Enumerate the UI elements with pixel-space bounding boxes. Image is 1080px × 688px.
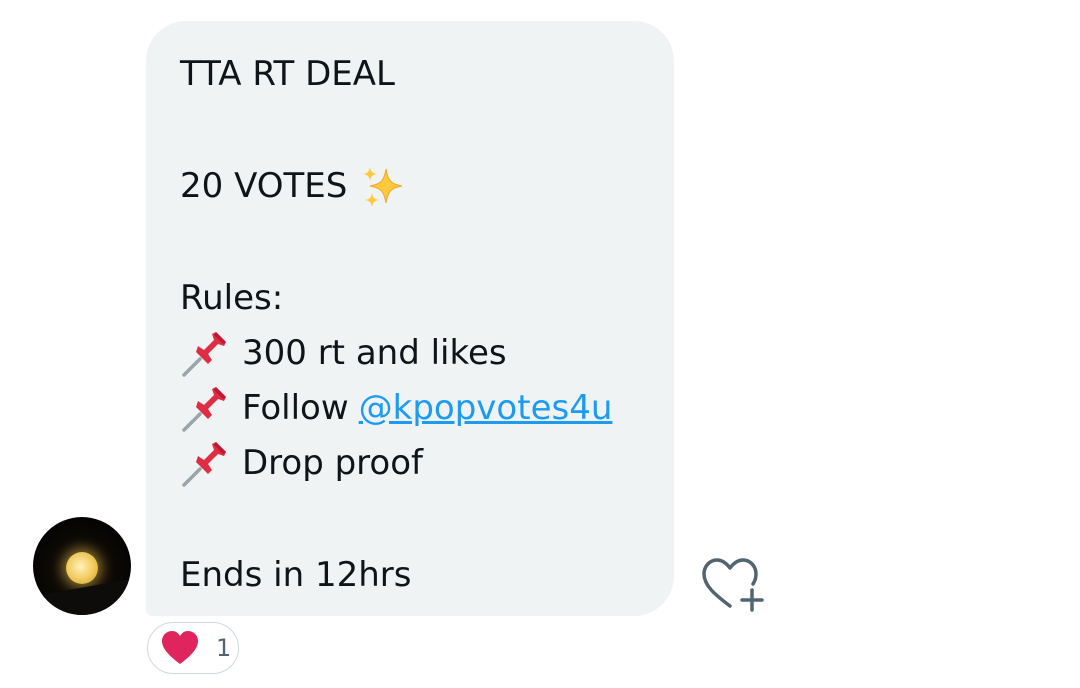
message-bubble[interactable]: TTA RT DEAL 20 VOTES Rules: 300 rt and l… [146,21,674,616]
votes-text: 20 VOTES [180,166,348,206]
add-reaction-heart-icon[interactable] [700,556,764,614]
mention-link[interactable]: @kpopvotes4u [359,381,613,436]
avatar[interactable] [33,517,131,615]
sparkles-icon [363,166,403,207]
reaction-pill[interactable]: 1 [147,622,239,674]
rule-item-3: Drop proof [180,436,644,491]
rule-item-1: 300 rt and likes [180,326,644,381]
rule-text: Drop proof [242,443,423,483]
rule-text: Follow [242,388,349,428]
message-footer: Ends in 12hrs [180,555,412,595]
rules-heading: Rules: [180,278,284,318]
rule-item-2: Follow @kpopvotes4u [180,381,644,436]
rule-text: 300 rt and likes [242,333,507,373]
reaction-count: 1 [216,634,232,662]
red-heart-icon [162,631,198,664]
pushpin-icon [182,331,226,377]
message-title: TTA RT DEAL [180,54,395,94]
pushpin-icon [182,386,226,432]
pushpin-icon [182,441,226,487]
dm-conversation: TTA RT DEAL 20 VOTES Rules: 300 rt and l… [0,0,1080,688]
moon-image [66,552,98,584]
votes-line: 20 VOTES [180,159,644,214]
